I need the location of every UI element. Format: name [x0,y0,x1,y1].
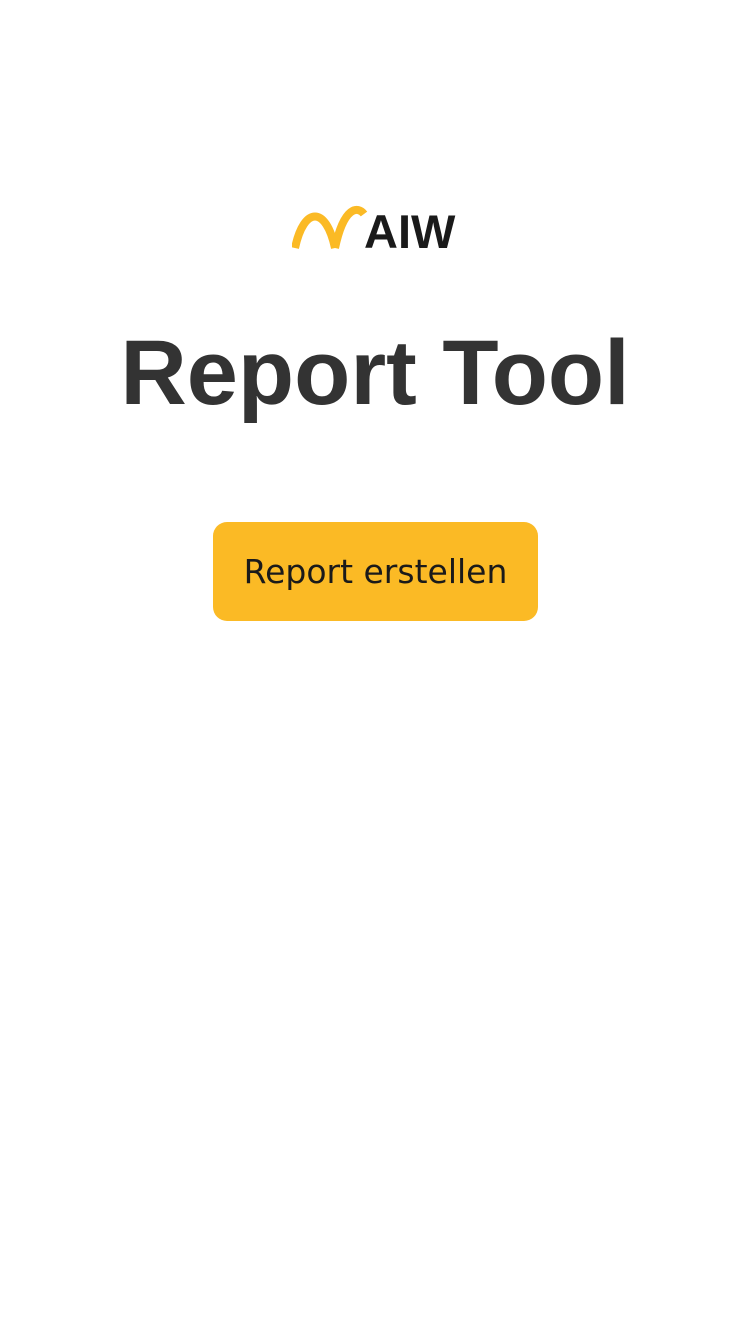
page-title: Report Tool [120,322,630,424]
create-report-button-label: Report erstellen [243,552,508,591]
arch-wave-logo-icon: AIW [291,205,456,258]
aiw-logo: AIW [291,204,474,258]
logo-wordmark: AIW [364,205,456,252]
create-report-button[interactable]: Report erstellen [213,522,538,621]
